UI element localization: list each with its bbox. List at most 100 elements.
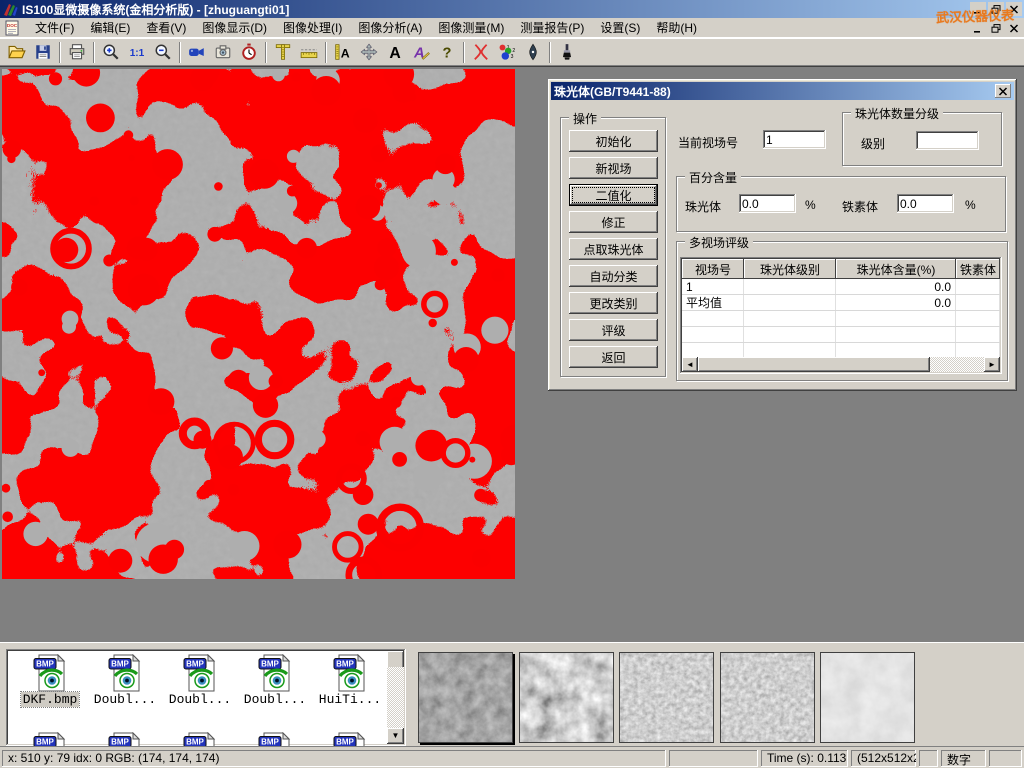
- bmp-file-icon: BMP: [183, 654, 217, 692]
- application-window: IS100显微摄像系统(金相分析版) - [zhuguangti01] 武汉仪器…: [0, 0, 1024, 768]
- ferrite-percent-input[interactable]: [897, 194, 954, 213]
- grade-label: 级别: [861, 135, 885, 152]
- save-button[interactable]: [30, 40, 56, 65]
- move-button[interactable]: [356, 40, 382, 65]
- table-row[interactable]: 平均值0.0: [682, 295, 1000, 311]
- file-item[interactable]: BMP: [239, 732, 311, 746]
- restore-button[interactable]: [988, 2, 1004, 16]
- video-camera-button[interactable]: [184, 40, 210, 65]
- table-cell: [836, 327, 956, 342]
- file-item[interactable]: BMPDoubl...: [89, 654, 161, 707]
- multi-view-table[interactable]: 视场号珠光体级别珠光体含量(%)铁素体 10.0平均值0.0 ◄ ►: [680, 257, 1002, 374]
- table-cell: [682, 327, 744, 342]
- camera-button[interactable]: [210, 40, 236, 65]
- menu-item-1[interactable]: 文件(F): [27, 17, 82, 38]
- file-item[interactable]: BMPDoubl...: [164, 654, 236, 707]
- table-row[interactable]: [682, 311, 1000, 327]
- scroll-thumb[interactable]: [698, 357, 930, 372]
- file-list-scrollbar[interactable]: ▲ ▼: [387, 651, 404, 744]
- thumbnail-image-5[interactable]: [820, 652, 915, 743]
- op-button-2[interactable]: 新视场: [569, 157, 658, 179]
- svg-text:BMP: BMP: [36, 738, 54, 746]
- menu-item-7[interactable]: 图像测量(M): [430, 17, 512, 38]
- menu-item-6[interactable]: 图像分析(A): [350, 17, 430, 38]
- dialog-titlebar[interactable]: 珠光体(GB/T9441-88): [551, 82, 1014, 100]
- print-button[interactable]: [64, 40, 90, 65]
- file-item[interactable]: BMP: [14, 732, 86, 746]
- text-style-button[interactable]: A: [408, 40, 434, 65]
- op-button-5[interactable]: 点取珠光体: [569, 238, 658, 260]
- bmp-file-icon: BMP: [33, 732, 67, 746]
- table-cell: [744, 311, 836, 326]
- minimize-button[interactable]: [970, 2, 986, 16]
- text-icon: A: [386, 43, 404, 61]
- file-item[interactable]: BMPHuiTi...: [314, 654, 386, 707]
- curve-tool-button[interactable]: [468, 40, 494, 65]
- child-restore-button[interactable]: [988, 21, 1004, 35]
- svg-text:BMP: BMP: [336, 660, 354, 669]
- zoom-in-icon: [102, 43, 120, 61]
- table-horizontal-scrollbar[interactable]: ◄ ►: [682, 357, 1000, 372]
- op-button-3[interactable]: 二值化: [569, 184, 658, 206]
- measure-text-button[interactable]: A: [330, 40, 356, 65]
- file-item[interactable]: BMPDoubl...: [239, 654, 311, 707]
- child-close-button[interactable]: [1006, 21, 1022, 35]
- ferrite-percent-unit: %: [965, 198, 976, 212]
- table-column-header[interactable]: 珠光体级别: [744, 259, 836, 279]
- zoom-out-button[interactable]: [150, 40, 176, 65]
- timer-button[interactable]: [236, 40, 262, 65]
- open-folder-button[interactable]: [4, 40, 30, 65]
- thumbnail-image-4[interactable]: [720, 652, 815, 743]
- actual-size-button[interactable]: 1:1: [124, 40, 150, 65]
- op-button-8[interactable]: 评级: [569, 319, 658, 341]
- file-item[interactable]: BMP: [89, 732, 161, 746]
- table-column-header[interactable]: 珠光体含量(%): [836, 259, 956, 279]
- pearlite-percent-input[interactable]: [739, 194, 796, 213]
- menu-item-8[interactable]: 测量报告(P): [512, 17, 592, 38]
- op-button-1[interactable]: 初始化: [569, 130, 658, 152]
- file-item[interactable]: BMPDKF.bmp: [14, 654, 86, 707]
- menu-item-2[interactable]: 编辑(E): [82, 17, 138, 38]
- current-view-input[interactable]: [763, 130, 826, 149]
- classify-dots-button[interactable]: 123: [494, 40, 520, 65]
- menu-item-9[interactable]: 设置(S): [592, 17, 648, 38]
- op-button-7[interactable]: 更改类别: [569, 292, 658, 314]
- table-column-header[interactable]: 铁素体: [956, 259, 1000, 279]
- table-cell: [744, 343, 836, 358]
- help-button[interactable]: ?: [434, 40, 460, 65]
- menu-item-10[interactable]: 帮助(H): [648, 17, 705, 38]
- dialog-close-button[interactable]: [995, 84, 1011, 98]
- svg-text:A: A: [389, 45, 400, 61]
- child-minimize-button[interactable]: [970, 21, 986, 35]
- thumbnail-image-1[interactable]: [418, 652, 513, 743]
- zoom-in-button[interactable]: [98, 40, 124, 65]
- table-column-header[interactable]: 视场号: [682, 259, 744, 279]
- dialog-close-icon: [998, 87, 1008, 96]
- scroll-right-button[interactable]: ►: [984, 357, 1000, 372]
- caliper-button[interactable]: [270, 40, 296, 65]
- close-button[interactable]: [1006, 2, 1022, 16]
- scroll-down-button[interactable]: ▼: [387, 728, 404, 744]
- table-row[interactable]: [682, 327, 1000, 343]
- file-item[interactable]: BMP: [164, 732, 236, 746]
- thumbnail-image-3[interactable]: [619, 652, 714, 743]
- brush-button[interactable]: [554, 40, 580, 65]
- text-button[interactable]: A: [382, 40, 408, 65]
- metallograph-image[interactable]: [2, 69, 515, 579]
- menu-item-3[interactable]: 查看(V): [138, 17, 194, 38]
- file-item[interactable]: BMP: [314, 732, 386, 746]
- scroll-left-button[interactable]: ◄: [682, 357, 698, 372]
- grade-input[interactable]: [916, 131, 979, 150]
- thumbnail-image-2[interactable]: [519, 652, 614, 743]
- op-button-6[interactable]: 自动分类: [569, 265, 658, 287]
- op-button-4[interactable]: 修正: [569, 211, 658, 233]
- table-row[interactable]: 10.0: [682, 279, 1000, 295]
- document-icon[interactable]: DOC: [4, 20, 21, 36]
- pen-button[interactable]: [520, 40, 546, 65]
- pearlite-percent-unit: %: [805, 198, 816, 212]
- bmp-file-icon: BMP: [183, 732, 217, 746]
- ruler-button[interactable]: [296, 40, 322, 65]
- menu-item-5[interactable]: 图像处理(I): [275, 17, 350, 38]
- menu-item-4[interactable]: 图像显示(D): [194, 17, 275, 38]
- op-button-9[interactable]: 返回: [569, 346, 658, 368]
